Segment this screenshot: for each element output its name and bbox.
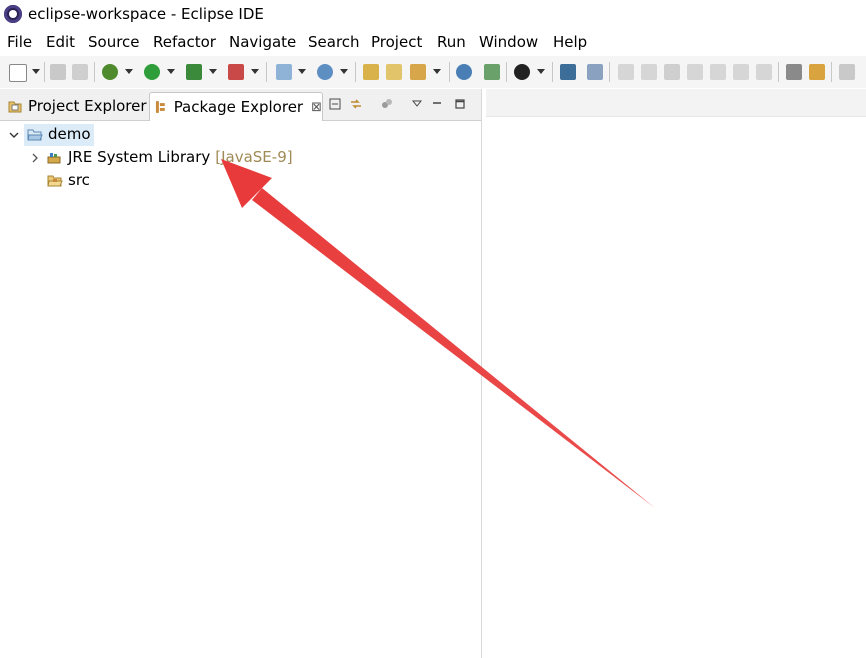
new-dropdown-icon[interactable]	[32, 69, 40, 74]
menu-window[interactable]: Window	[479, 33, 538, 51]
menu-file[interactable]: File	[7, 33, 32, 51]
new-java-project-dropdown-icon[interactable]	[298, 69, 306, 74]
open-project-folder-icon	[27, 129, 43, 141]
external-tools-icon[interactable]	[228, 64, 244, 80]
chevron-down-icon[interactable]	[9, 130, 19, 140]
search-dropdown-icon[interactable]	[433, 69, 441, 74]
step-into-icon[interactable]	[710, 64, 726, 80]
new-class-dropdown-icon[interactable]	[340, 69, 348, 74]
view-menu-icon[interactable]	[411, 98, 423, 110]
save-icon[interactable]	[50, 64, 66, 80]
debug-icon[interactable]	[102, 64, 118, 80]
menu-search[interactable]: Search	[308, 33, 360, 51]
library-icon	[47, 153, 61, 164]
toolbar-separator	[506, 62, 507, 82]
menu-project[interactable]: Project	[371, 33, 422, 51]
coverage-dropdown-icon[interactable]	[209, 69, 217, 74]
account-icon[interactable]	[514, 64, 530, 80]
toolbar-separator	[94, 62, 95, 82]
tree-item-label: demo	[48, 125, 91, 143]
menu-help[interactable]: Help	[553, 33, 587, 51]
toolbar-separator	[449, 62, 450, 82]
package-explorer-view: Project Explorer Package Explorer ⊠ demo…	[0, 89, 482, 658]
project-explorer-icon	[8, 101, 22, 113]
collapse-all-icon[interactable]	[329, 98, 341, 110]
editor-area[interactable]	[486, 89, 866, 658]
new-icon[interactable]	[9, 64, 27, 82]
debug-dropdown-icon[interactable]	[125, 69, 133, 74]
main-toolbar	[0, 56, 866, 88]
maximize-icon[interactable]	[454, 98, 466, 110]
run-dropdown-icon[interactable]	[167, 69, 175, 74]
tree-item-jre-library[interactable]: JRE System Library [JavaSE-9]	[0, 147, 481, 169]
menu-source[interactable]: Source	[88, 33, 140, 51]
tab-label: Project Explorer	[28, 97, 147, 115]
toolbar-separator	[266, 62, 267, 82]
toggle-mark-occurrences-icon[interactable]	[786, 64, 802, 80]
eclipse-logo-icon	[4, 5, 22, 23]
disconnect-icon[interactable]	[687, 64, 703, 80]
editor-header	[486, 89, 866, 117]
save-all-icon[interactable]	[72, 64, 88, 80]
menu-refactor[interactable]: Refactor	[153, 33, 216, 51]
tree-item-label: JRE System Library	[68, 148, 211, 166]
perspective-icon[interactable]	[484, 64, 500, 80]
title-bar: eclipse-workspace - Eclipse IDE	[0, 0, 866, 30]
step-return-icon[interactable]	[756, 64, 772, 80]
menu-edit[interactable]: Edit	[46, 33, 75, 51]
open-type-icon[interactable]	[363, 64, 379, 80]
tab-label: Package Explorer	[173, 98, 304, 116]
menu-navigate[interactable]: Navigate	[229, 33, 296, 51]
new-java-project-icon[interactable]	[276, 64, 292, 80]
step-over-icon[interactable]	[733, 64, 749, 80]
toolbar-separator	[552, 62, 553, 82]
skip-breakpoints-icon[interactable]	[587, 64, 603, 80]
minimize-icon[interactable]	[431, 98, 443, 110]
next-annotation-icon[interactable]	[839, 64, 855, 80]
toolbar-separator	[355, 62, 356, 82]
view-tab-bar: Project Explorer Package Explorer ⊠	[0, 89, 481, 121]
menu-bar: File Edit Source Refactor Navigate Searc…	[0, 30, 866, 54]
web-browser-icon[interactable]	[456, 64, 472, 80]
tree-item-label-group: JRE System Library [JavaSE-9]	[68, 148, 293, 166]
close-icon[interactable]: ⊠	[311, 100, 322, 115]
toggle-block-selection-icon[interactable]	[809, 64, 825, 80]
toolbar-separator	[44, 62, 45, 82]
run-icon[interactable]	[144, 64, 160, 80]
tab-package-explorer[interactable]: Package Explorer ⊠	[149, 92, 323, 121]
window-title: eclipse-workspace - Eclipse IDE	[28, 5, 264, 23]
toolbar-separator	[609, 62, 610, 82]
tab-project-explorer[interactable]: Project Explorer	[2, 92, 147, 120]
coverage-icon[interactable]	[186, 64, 202, 80]
suspend-icon[interactable]	[641, 64, 657, 80]
toolbar-separator	[831, 62, 832, 82]
focus-on-active-task-icon[interactable]	[381, 98, 393, 110]
search-icon[interactable]	[410, 64, 426, 80]
console-icon[interactable]	[560, 64, 576, 80]
terminate-icon[interactable]	[664, 64, 680, 80]
package-explorer-icon	[155, 101, 165, 113]
toolbar-separator	[778, 62, 779, 82]
link-with-editor-icon[interactable]	[350, 98, 362, 110]
menu-run[interactable]: Run	[437, 33, 466, 51]
tree-item-label: src	[68, 171, 90, 189]
external-tools-dropdown-icon[interactable]	[251, 69, 259, 74]
new-class-icon[interactable]	[317, 64, 333, 80]
jre-version-decoration: [JavaSE-9]	[215, 148, 293, 166]
source-folder-icon	[47, 175, 63, 187]
account-dropdown-icon[interactable]	[537, 69, 545, 74]
open-task-icon[interactable]	[386, 64, 402, 80]
resume-icon[interactable]	[618, 64, 634, 80]
chevron-right-icon[interactable]	[30, 153, 40, 163]
